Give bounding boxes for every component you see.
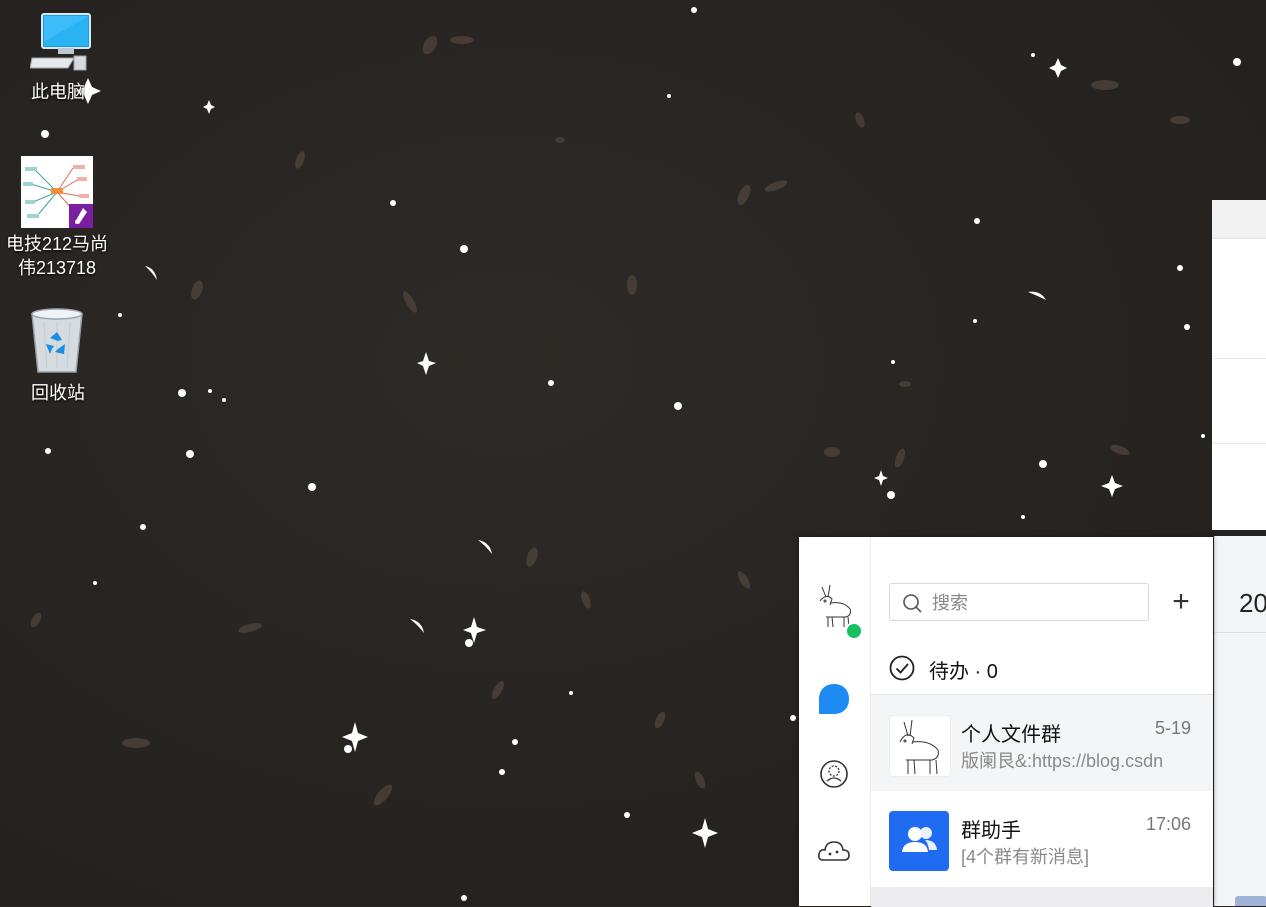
- nav-sidebar: [799, 537, 871, 906]
- conversation-item[interactable]: 个人文件群 5-19 版阑艮&:https://blog.csdn: [871, 695, 1213, 791]
- conversation-panel: + 待办 · 0 个人文件群: [871, 537, 1213, 907]
- window-titlebar: [1212, 200, 1266, 239]
- recycle-bin-icon: [31, 308, 83, 373]
- desktop-icon-label: 回收站: [31, 383, 85, 403]
- desktop-icon-mindmap-file[interactable]: 电技212马尚伟213718: [1, 152, 113, 282]
- partial-thumbnail: [1235, 896, 1266, 906]
- divider: [1215, 632, 1266, 633]
- background-window-top[interactable]: [1212, 200, 1266, 530]
- contacts-icon[interactable]: [817, 757, 851, 791]
- desktop-icon-label: 电技212马尚伟213718: [5, 234, 109, 278]
- desktop-icon-label: 此电脑: [31, 82, 85, 102]
- background-window-bottom[interactable]: 20: [1214, 536, 1266, 906]
- conversation-name: 个人文件群: [961, 724, 1061, 746]
- conversation-item-partial[interactable]: [871, 887, 1213, 907]
- conversation-item[interactable]: 群助手 17:06 [4个群有新消息]: [871, 791, 1213, 887]
- conversation-time: 5-19: [1154, 718, 1191, 738]
- partial-date-text: 20: [1239, 588, 1266, 618]
- todo-label: 待办 · 0: [929, 661, 998, 683]
- conversation-time: 17:06: [1145, 814, 1191, 834]
- mindmap-file-icon: [21, 156, 93, 228]
- divider: [1212, 358, 1266, 359]
- divider: [1212, 443, 1266, 444]
- search-box[interactable]: [889, 583, 1149, 621]
- desktop-icon-this-pc[interactable]: 此电脑: [2, 0, 114, 108]
- conversation-name: 群助手: [961, 820, 1021, 842]
- check-circle-icon: [889, 655, 915, 681]
- add-button[interactable]: +: [1167, 587, 1195, 617]
- desktop-icon-recycle-bin[interactable]: 回收站: [2, 304, 114, 408]
- group-assistant-icon: [889, 811, 949, 871]
- computer-icon: [30, 13, 91, 71]
- conversation-preview: 版阑艮&:https://blog.csdn: [961, 751, 1164, 771]
- deer-sketch-avatar: [889, 715, 951, 777]
- chat-icon[interactable]: [817, 682, 851, 716]
- search-icon: [903, 594, 922, 613]
- search-input[interactable]: [930, 588, 1134, 618]
- space-icon[interactable]: [817, 834, 851, 868]
- chat-app-window: + 待办 · 0 个人文件群: [799, 537, 1213, 907]
- conversation-preview: [4个群有新消息]: [961, 847, 1090, 867]
- online-status-dot: [845, 622, 863, 640]
